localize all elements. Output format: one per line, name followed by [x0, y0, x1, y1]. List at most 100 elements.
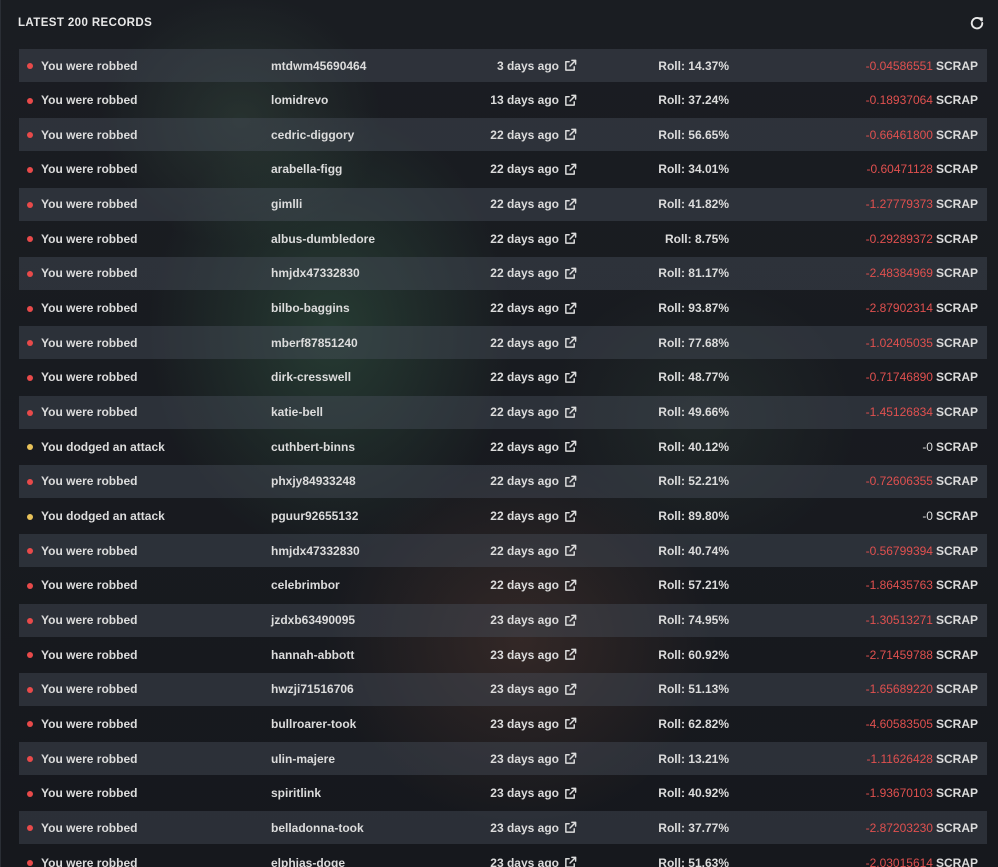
external-link-icon[interactable]	[564, 648, 577, 661]
record-status: You were robbed	[41, 786, 138, 801]
record-roll: Roll: 51.13%	[658, 682, 729, 697]
external-link-icon[interactable]	[564, 787, 577, 800]
record-amount-unit: SCRAP	[935, 509, 978, 524]
robbed-status-dot	[27, 63, 33, 69]
external-link-icon[interactable]	[564, 475, 577, 488]
record-status: You were robbed	[41, 474, 138, 489]
record-time: 23 days ago	[490, 647, 559, 662]
record-roll: Roll: 57.21%	[658, 578, 729, 593]
external-link-icon[interactable]	[564, 752, 577, 765]
record-amount-value: -1.02405035	[865, 335, 933, 350]
record-status: You were robbed	[41, 751, 138, 766]
record-row: You were robbed arabella-figg 22 days ago R…	[19, 153, 987, 186]
external-link-icon[interactable]	[564, 267, 577, 280]
record-amount-unit: SCRAP	[935, 127, 978, 142]
record-row: You were robbed lomidrevo 13 days ago Roll:…	[19, 84, 987, 117]
record-roll: Roll: 40.92%	[658, 786, 729, 801]
dodged-status-dot	[27, 444, 33, 451]
record-row: You were robbed gimlli 22 days ago Roll: 41…	[19, 187, 987, 221]
record-amount-value: -0.04586551	[865, 58, 933, 73]
external-link-icon[interactable]	[564, 59, 577, 72]
robbed-status-dot	[27, 270, 33, 277]
record-amount-unit: SCRAP	[935, 751, 978, 766]
external-link-icon[interactable]	[564, 198, 577, 211]
external-link-icon[interactable]	[564, 128, 577, 141]
record-row: You were robbed katie-bell 22 days ago Roll…	[19, 395, 987, 429]
record-username: cuthbert-binns	[271, 439, 355, 454]
record-amount: -0.04586551 SCRAP	[866, 59, 978, 73]
record-amount-value: -2.48384969	[865, 266, 933, 281]
record-status: You were robbed	[41, 162, 138, 177]
record-roll: Roll: 14.37%	[658, 58, 729, 73]
record-amount: -1.93670103 SCRAP	[866, 786, 978, 800]
record-amount: -1.02405035 SCRAP	[866, 336, 978, 350]
robbed-status-dot	[27, 617, 33, 624]
robbed-status-dot	[27, 166, 33, 173]
record-status: You were robbed	[41, 231, 138, 246]
record-row: You were robbed mberf87851240 22 days ago R…	[19, 326, 987, 360]
external-link-icon[interactable]	[564, 614, 577, 627]
record-roll: Roll: 40.74%	[658, 543, 729, 558]
external-link-icon[interactable]	[564, 336, 577, 349]
robbed-status-dot	[27, 340, 33, 347]
dodged-status-dot	[27, 513, 33, 520]
external-link-icon[interactable]	[564, 163, 577, 176]
external-link-icon[interactable]	[564, 856, 577, 867]
record-amount-value: -0.66461800	[865, 127, 933, 142]
record-username: hmjdx47332830	[271, 266, 360, 281]
record-status: You were robbed	[41, 820, 138, 835]
record-amount-value: -1.30513271	[865, 613, 933, 627]
record-status: You dodged an attack	[41, 509, 165, 524]
record-roll: Roll: 8.75%	[664, 231, 729, 246]
record-amount-value: -2.03015614	[865, 855, 933, 867]
record-roll: Roll: 40.12%	[658, 439, 729, 454]
record-amount-unit: SCRAP	[935, 301, 978, 316]
record-time: 22 days ago	[490, 197, 559, 212]
robbed-status-dot	[27, 582, 33, 589]
record-amount-unit: SCRAP	[935, 474, 978, 489]
record-amount-value: -0.18937064	[865, 93, 933, 108]
record-amount: -2.71459788 SCRAP	[866, 648, 978, 662]
external-link-icon[interactable]	[564, 683, 577, 696]
record-roll: Roll: 77.68%	[658, 335, 729, 350]
robbed-status-dot	[27, 201, 33, 208]
record-amount: -2.03015614 SCRAP	[866, 856, 978, 867]
external-link-icon[interactable]	[564, 94, 577, 107]
record-amount-value: -2.71459788	[865, 647, 933, 662]
external-link-icon[interactable]	[564, 406, 577, 419]
robbed-status-dot	[27, 305, 33, 312]
external-link-icon[interactable]	[564, 302, 577, 315]
external-link-icon[interactable]	[564, 821, 577, 834]
record-username: hannah-abbott	[271, 647, 355, 662]
record-amount: -0.72606355 SCRAP	[866, 474, 978, 488]
record-roll: Roll: 93.87%	[658, 301, 729, 316]
external-link-icon[interactable]	[564, 371, 577, 384]
record-time: 22 days ago	[490, 543, 559, 558]
external-link-icon[interactable]	[564, 510, 577, 523]
record-roll: Roll: 34.01%	[658, 162, 729, 177]
record-amount-unit: SCRAP	[935, 820, 978, 835]
record-roll: Roll: 62.82%	[658, 716, 729, 731]
record-time: 23 days ago	[490, 716, 559, 731]
record-amount-unit: SCRAP	[935, 197, 978, 212]
record-roll: Roll: 13.21%	[658, 751, 729, 766]
external-link-icon[interactable]	[564, 440, 577, 453]
record-time: 22 days ago	[490, 509, 559, 524]
record-time: 3 days ago	[496, 58, 559, 73]
external-link-icon[interactable]	[564, 717, 577, 730]
external-link-icon[interactable]	[564, 232, 577, 245]
record-time: 22 days ago	[490, 266, 559, 281]
robbed-status-dot	[27, 409, 33, 416]
record-time: 22 days ago	[490, 127, 559, 142]
record-amount: -1.65689220 SCRAP	[866, 682, 978, 696]
record-status: You were robbed	[41, 58, 138, 73]
record-time: 23 days ago	[490, 786, 559, 801]
record-time: 23 days ago	[490, 855, 559, 867]
refresh-icon[interactable]	[969, 15, 985, 31]
external-link-icon[interactable]	[564, 579, 577, 592]
record-amount-unit: SCRAP	[935, 370, 978, 385]
record-row: You were robbed elphias-doge 23 days ago Ro…	[19, 846, 987, 867]
record-roll: Roll: 74.95%	[658, 613, 729, 627]
external-link-icon[interactable]	[564, 544, 577, 557]
record-row: You were robbed hannah-abbott 23 days ago R…	[19, 638, 987, 671]
